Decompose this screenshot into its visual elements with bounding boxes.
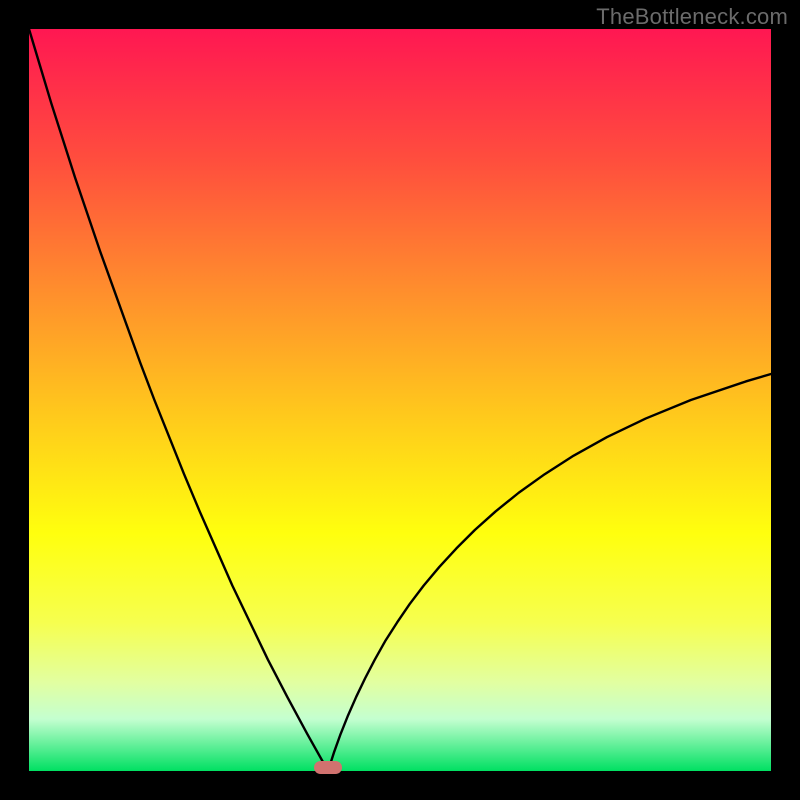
watermark-text: TheBottleneck.com <box>596 4 788 30</box>
bottleneck-curve <box>29 29 771 771</box>
optimal-point-marker <box>314 761 342 774</box>
